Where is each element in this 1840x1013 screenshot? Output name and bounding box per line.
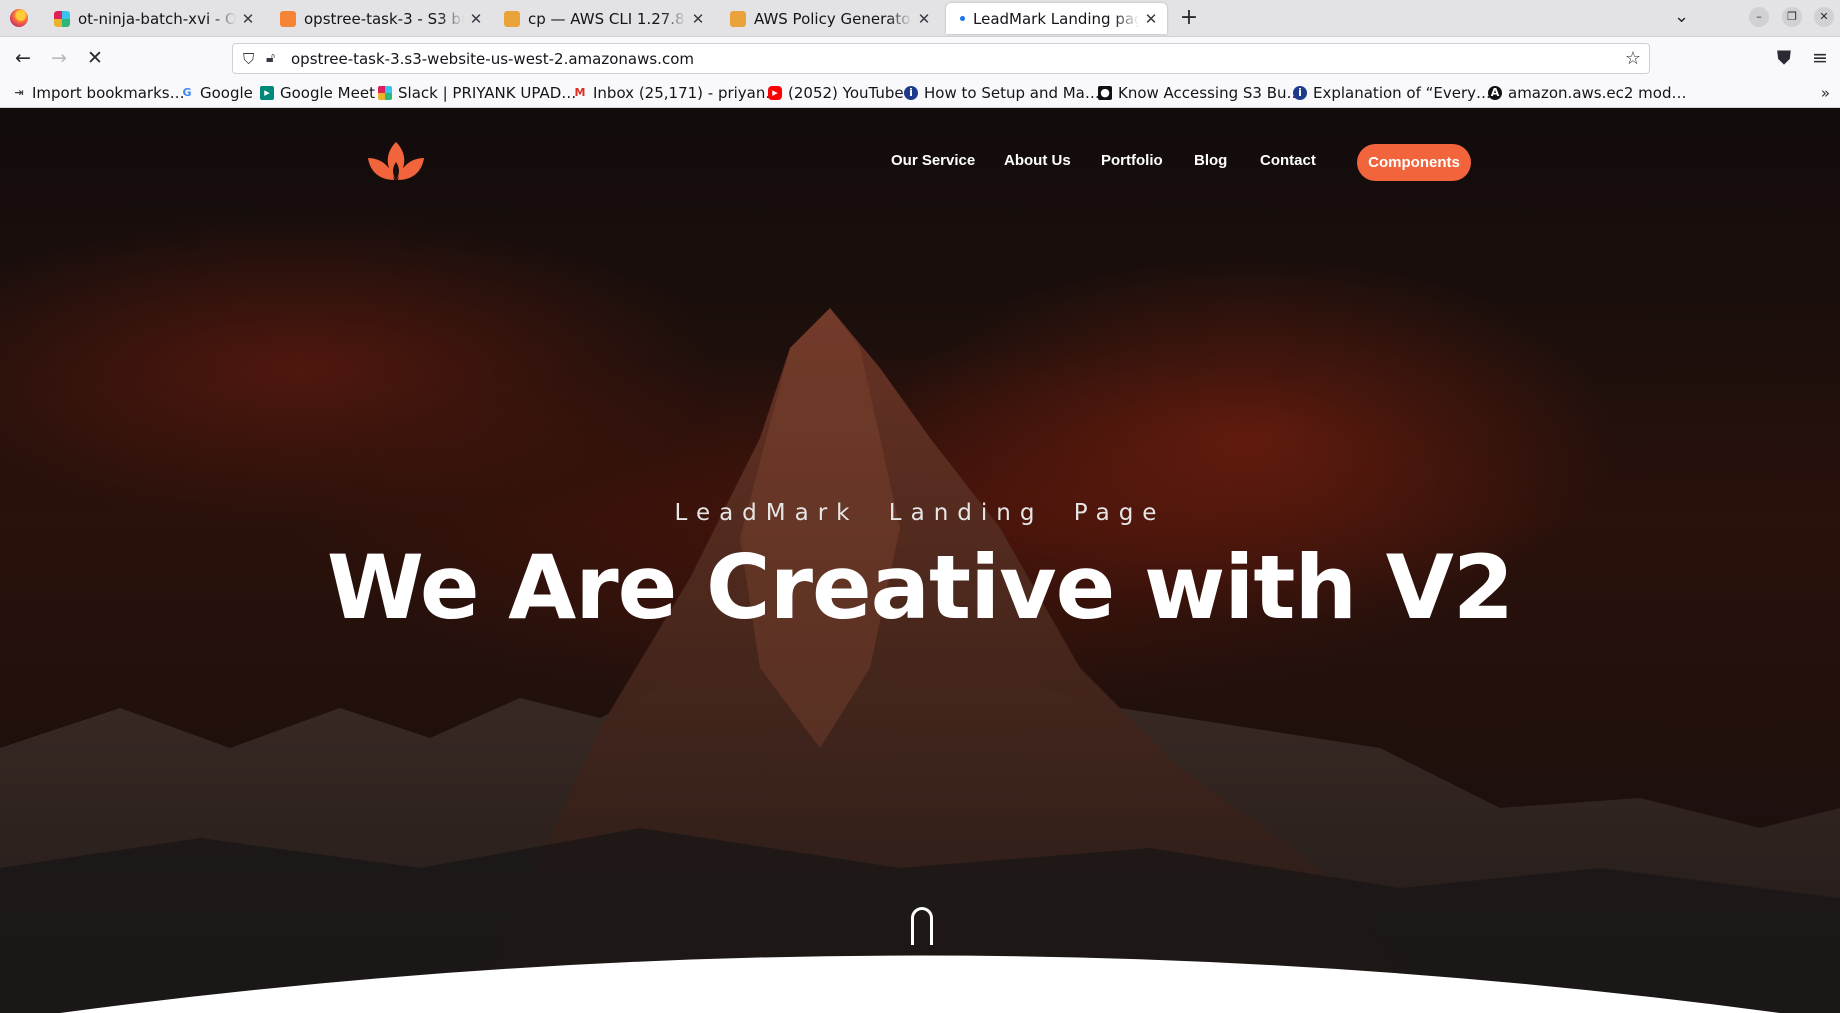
new-tab-button[interactable]: + (1178, 5, 1200, 30)
bookmark-setup-guide[interactable]: i How to Setup and Ma… (904, 84, 1100, 102)
globe-icon: i (904, 86, 918, 100)
tab-strip: ot-ninja-batch-xvi - Opstree ✕ opstree-t… (0, 0, 1840, 37)
nav-portfolio[interactable]: Portfolio (1101, 152, 1163, 169)
restore-icon[interactable]: ❐ (1782, 7, 1802, 27)
tab-title: LeadMark Landing page | (973, 9, 1139, 28)
bookmark-star-icon[interactable]: ☆ (1625, 48, 1641, 69)
bookmark-label: Google (200, 84, 253, 102)
hero-section: Our Service About Us Portfolio Blog Cont… (0, 108, 1840, 1013)
tab-leadmark[interactable]: LeadMark Landing page | ✕ (946, 3, 1167, 34)
bookmark-label: Explanation of “Every… (1313, 84, 1492, 102)
tab-title: cp — AWS CLI 1.27.8 Command Reference (528, 9, 686, 28)
scroll-down-icon[interactable] (911, 907, 933, 945)
pocket-icon[interactable]: ⛊ (1773, 47, 1795, 69)
navigation-toolbar: ← → ✕ ⛉ 🔓︎ opstree-task-3.s3-website-us-… (0, 37, 1840, 79)
menu-icon[interactable]: ≡ (1809, 47, 1831, 69)
tracking-shield-icon[interactable]: ⛉ (243, 50, 254, 68)
slack-icon (54, 10, 70, 27)
bookmark-youtube[interactable]: ▸ (2052) YouTube (768, 84, 904, 102)
close-icon[interactable]: ✕ (468, 10, 484, 28)
bookmark-label: (2052) YouTube (788, 84, 904, 102)
loading-dot (960, 16, 965, 21)
aws-s3-icon (280, 10, 296, 27)
bookmark-label: Inbox (25,171) - priyan… (593, 84, 781, 102)
close-icon[interactable]: ✕ (1143, 10, 1159, 28)
bookmark-slack[interactable]: Slack | PRIYANK UPAD… (378, 84, 576, 102)
bookmark-gmail[interactable]: M Inbox (25,171) - priyan… (573, 84, 781, 102)
hero-headline: We Are Creative with V2 (326, 536, 1514, 639)
firefox-icon[interactable] (10, 9, 28, 27)
bookmark-label: Google Meet (280, 84, 375, 102)
ansible-icon: A (1488, 86, 1502, 100)
bookmark-explanation[interactable]: i Explanation of “Every… (1293, 84, 1491, 102)
bookmark-ansible-ec2[interactable]: A amazon.aws.ec2 mod… (1488, 84, 1686, 102)
url-text[interactable]: opstree-task-3.s3-website-us-west-2.amaz… (291, 50, 694, 68)
gmail-icon: M (574, 86, 586, 99)
minimize-icon[interactable]: – (1749, 7, 1769, 27)
components-button[interactable]: Components (1357, 144, 1471, 181)
bookmark-label: Know Accessing S3 Bu… (1118, 84, 1302, 102)
tab-title: AWS Policy Generator (754, 9, 912, 28)
address-bar[interactable]: ⛉ 🔓︎ opstree-task-3.s3-website-us-west-2… (232, 43, 1650, 74)
import-icon: ⇥ (14, 86, 24, 99)
tab-aws-policy[interactable]: AWS Policy Generator ✕ (722, 3, 940, 34)
slack-icon (378, 86, 392, 100)
nav-contact[interactable]: Contact (1260, 152, 1316, 169)
bookmark-label: amazon.aws.ec2 mod… (1508, 84, 1687, 102)
globe-icon: i (1293, 86, 1307, 100)
bookmark-label: How to Setup and Ma… (924, 84, 1100, 102)
back-icon[interactable]: ← (12, 47, 34, 69)
insecure-lock-icon[interactable]: 🔓︎ (266, 50, 275, 66)
bookmark-import[interactable]: ⇥ Import bookmarks… (12, 84, 185, 102)
tab-list-chevron-icon[interactable]: ⌄ (1674, 6, 1689, 27)
close-icon[interactable]: ✕ (240, 10, 256, 28)
bookmarks-toolbar: ⇥ Import bookmarks… G Google ▸ Google Me… (0, 79, 1840, 108)
tab-slack[interactable]: ot-ninja-batch-xvi - Opstree ✕ (46, 3, 264, 34)
bookmark-google[interactable]: G Google (180, 84, 253, 102)
more-bookmarks-icon[interactable]: » (1821, 84, 1830, 102)
nav-about-us[interactable]: About Us (1004, 152, 1071, 169)
aws-cli-icon (504, 10, 520, 27)
bookmark-google-meet[interactable]: ▸ Google Meet (260, 84, 375, 102)
lotus-logo-icon[interactable] (366, 140, 426, 184)
nav-our-service[interactable]: Our Service (891, 152, 975, 169)
close-icon[interactable]: ✕ (690, 10, 706, 28)
bookmark-s3-access[interactable]: ● Know Accessing S3 Bu… (1098, 84, 1302, 102)
tab-s3-bucket[interactable]: opstree-task-3 - S3 bucket ✕ (272, 3, 492, 34)
google-meet-icon: ▸ (260, 86, 274, 100)
bookmark-label: Slack | PRIYANK UPAD… (398, 84, 577, 102)
youtube-icon: ▸ (768, 86, 782, 100)
nav-blog[interactable]: Blog (1194, 152, 1227, 169)
aws-box-icon (730, 10, 746, 27)
tab-title: opstree-task-3 - S3 bucket (304, 9, 464, 28)
bookmark-label: Import bookmarks… (32, 84, 185, 102)
close-icon[interactable]: ✕ (916, 10, 932, 28)
close-window-icon[interactable]: ✕ (1814, 7, 1834, 27)
stop-loading-icon[interactable]: ✕ (84, 47, 106, 69)
tab-title: ot-ninja-batch-xvi - Opstree (78, 9, 236, 28)
tab-aws-cli[interactable]: cp — AWS CLI 1.27.8 Command Reference ✕ (496, 3, 714, 34)
forward-icon[interactable]: → (48, 47, 70, 69)
video-icon: ● (1098, 86, 1112, 100)
hero-subtitle: LeadMark Landing Page (674, 500, 1166, 526)
google-icon: G (182, 86, 192, 99)
